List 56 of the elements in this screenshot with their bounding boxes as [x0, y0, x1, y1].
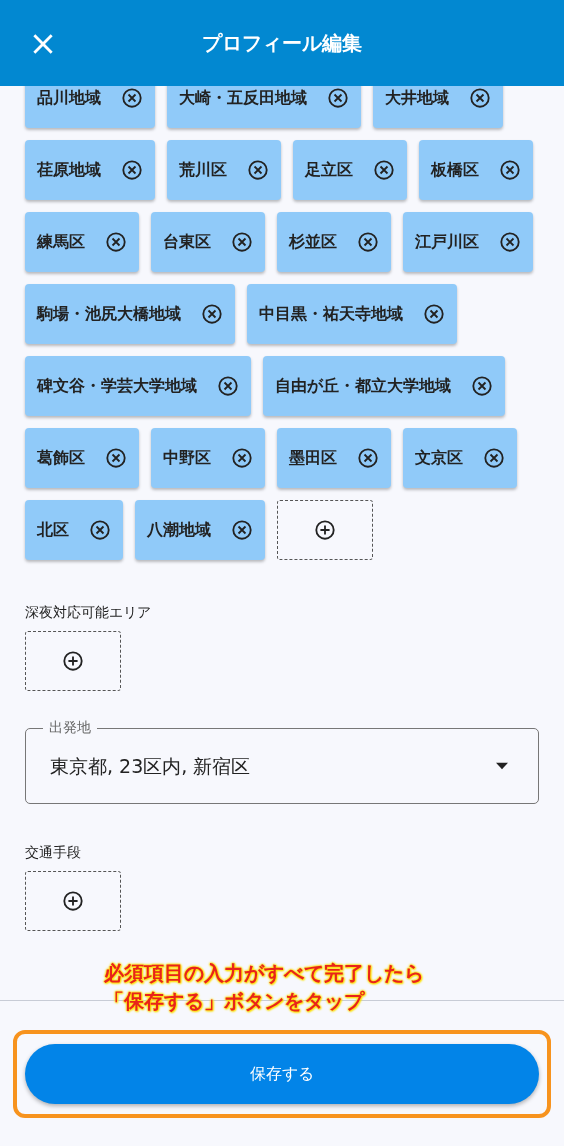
chip-label: 北区: [37, 519, 69, 541]
chip-label: 碑文谷・学芸大学地域: [37, 375, 197, 397]
remove-icon[interactable]: [483, 447, 505, 469]
chip-label: 墨田区: [289, 447, 337, 469]
save-button[interactable]: 保存する: [25, 1044, 539, 1104]
remove-icon[interactable]: [231, 447, 253, 469]
chip-label: 江戸川区: [415, 231, 479, 253]
chip-label: 品川地域: [37, 87, 101, 109]
section-label: 深夜対応可能エリア: [25, 603, 152, 622]
chip-label: 大崎・五反田地域: [179, 87, 307, 109]
add-button[interactable]: [277, 500, 373, 560]
remove-icon[interactable]: [373, 159, 395, 181]
remove-icon[interactable]: [357, 231, 379, 253]
chip-label: 大井地域: [385, 87, 449, 109]
remove-icon[interactable]: [327, 87, 349, 109]
chip-label: 練馬区: [37, 231, 85, 253]
chip-label: 杉並区: [289, 231, 337, 253]
chip-label: 葛飾区: [37, 447, 85, 469]
page-title: プロフィール編集: [202, 30, 362, 57]
remove-icon[interactable]: [423, 303, 445, 325]
remove-icon[interactable]: [469, 87, 491, 109]
chip-label: 台東区: [163, 231, 211, 253]
annotation-text: 必須項目の入力がすべて完了したら: [104, 960, 424, 987]
add-icon: [314, 519, 336, 541]
add-icon: [62, 650, 84, 672]
remove-icon[interactable]: [357, 447, 379, 469]
remove-icon[interactable]: [89, 519, 111, 541]
chip-label: 荏原地域: [37, 159, 101, 181]
chip-label: 板橋区: [431, 159, 479, 181]
remove-icon[interactable]: [105, 447, 127, 469]
add-icon: [62, 890, 84, 912]
annotation-text: 「保存する」ボタンをタップ: [104, 988, 366, 1015]
remove-icon[interactable]: [499, 159, 521, 181]
remove-icon[interactable]: [217, 375, 239, 397]
field-label: 出発地: [43, 718, 97, 736]
remove-icon[interactable]: [121, 159, 143, 181]
remove-icon[interactable]: [231, 519, 253, 541]
chip-label: 足立区: [305, 159, 353, 181]
chip-label: 中野区: [163, 447, 211, 469]
remove-icon[interactable]: [201, 303, 223, 325]
remove-icon[interactable]: [471, 375, 493, 397]
chip-label: 中目黒・祐天寺地域: [259, 303, 403, 325]
chip-label: 文京区: [415, 447, 463, 469]
remove-icon[interactable]: [105, 231, 127, 253]
chip-label: 八潮地域: [147, 519, 211, 541]
remove-icon[interactable]: [121, 87, 143, 109]
section-label: 交通手段: [25, 843, 82, 862]
chip-label: 荒川区: [179, 159, 227, 181]
remove-icon[interactable]: [247, 159, 269, 181]
add-button[interactable]: [25, 631, 121, 691]
chip-label: 駒場・池尻大橋地域: [37, 303, 181, 325]
field-value: 東京都, 23区内, 新宿区: [49, 753, 252, 779]
chip-label: 自由が丘・都立大学地域: [275, 375, 451, 397]
remove-icon[interactable]: [499, 231, 521, 253]
add-button[interactable]: [25, 871, 121, 931]
remove-icon[interactable]: [231, 231, 253, 253]
